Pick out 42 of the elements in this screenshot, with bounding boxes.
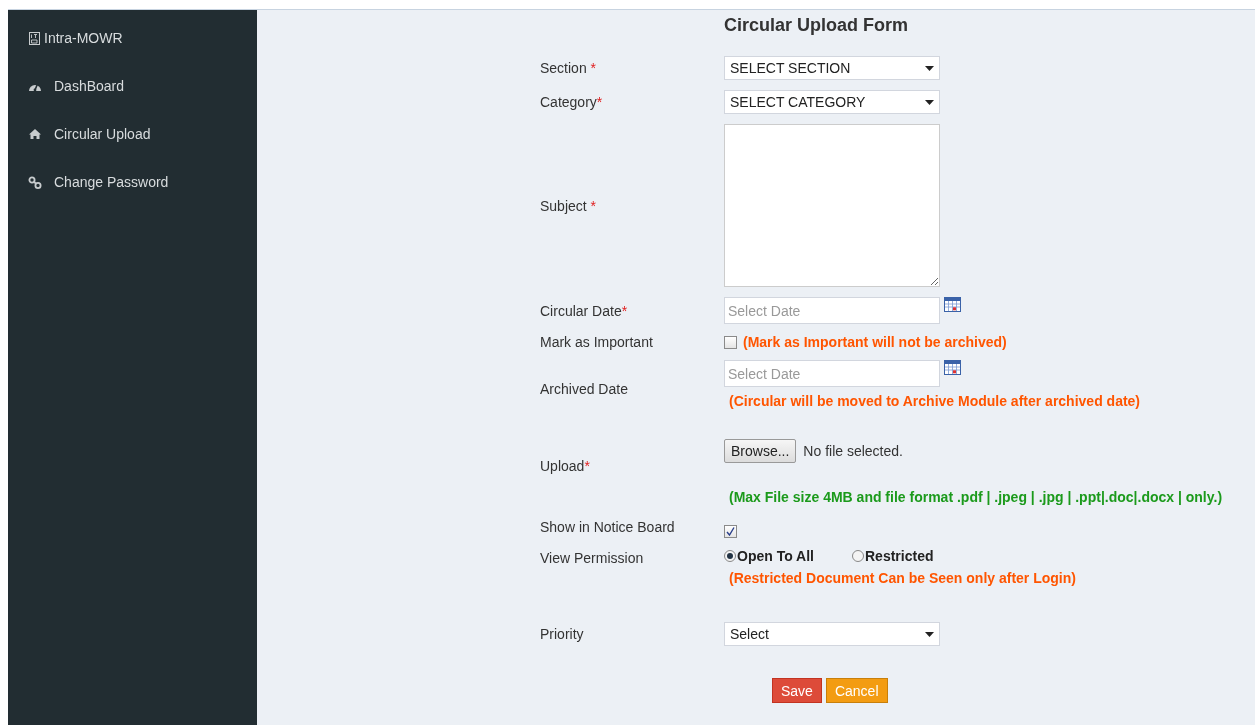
calendar-icon[interactable]	[944, 297, 961, 312]
home-icon	[28, 128, 42, 140]
subject-field[interactable]	[724, 124, 940, 287]
date-field[interactable]: Select Date	[724, 360, 940, 387]
dropdown[interactable]: SELECT SECTION	[724, 56, 940, 80]
dropdown[interactable]: SELECT CATEGORY	[724, 90, 940, 114]
sidebar-item[interactable]: DashBoard	[8, 74, 257, 98]
radio-label[interactable]: Open To All	[737, 548, 814, 564]
sidebar-item[interactable]: Change Password	[8, 170, 257, 194]
hint-text: (Max File size 4MB and file format .pdf | .jpeg | .jpg | .ppt|.doc|.docx | only.)	[729, 489, 1224, 505]
field-label: Upload*	[540, 458, 591, 474]
form-title: Circular Upload Form	[724, 15, 910, 37]
logo-icon	[29, 31, 40, 45]
field-label: View Permission	[540, 550, 645, 566]
hint-text: (Restricted Document Can be Seen only after Login)	[729, 570, 1077, 586]
sidebar-item[interactable]: Circular Upload	[8, 122, 257, 146]
save-button[interactable]: Save	[772, 678, 822, 703]
hint-text: (Circular will be moved to Archive Module after archived date)	[729, 393, 1142, 409]
calendar-icon[interactable]	[944, 360, 961, 375]
field-label: Priority	[540, 626, 585, 642]
caret-icon	[925, 65, 934, 71]
caret-icon	[925, 99, 934, 105]
file-status: No file selected.	[803, 443, 903, 459]
field-label: Subject *	[540, 197, 598, 214]
field-label: Mark as Important	[540, 334, 654, 350]
radio-button[interactable]	[724, 550, 736, 562]
field-label: Archived Date	[540, 380, 629, 397]
checkbox[interactable]	[724, 525, 737, 538]
brand-name[interactable]: Intra-MOWR	[44, 30, 123, 46]
checkbox[interactable]	[724, 335, 737, 349]
radio-label[interactable]: Restricted	[865, 548, 934, 564]
field-label: Category*	[540, 94, 604, 110]
radio-button[interactable]	[852, 550, 864, 562]
field-label: Show in Notice Board	[540, 518, 676, 535]
dropdown[interactable]: Select	[724, 622, 940, 646]
date-field[interactable]: Select Date	[724, 297, 940, 324]
caret-icon	[925, 631, 934, 637]
field-label: Circular Date*	[540, 302, 629, 319]
field-label: Section *	[540, 60, 598, 76]
browse-button[interactable]: Browse...	[724, 439, 797, 463]
hint-text: (Mark as Important will not be archived)	[743, 334, 1007, 350]
link-icon	[28, 175, 42, 189]
